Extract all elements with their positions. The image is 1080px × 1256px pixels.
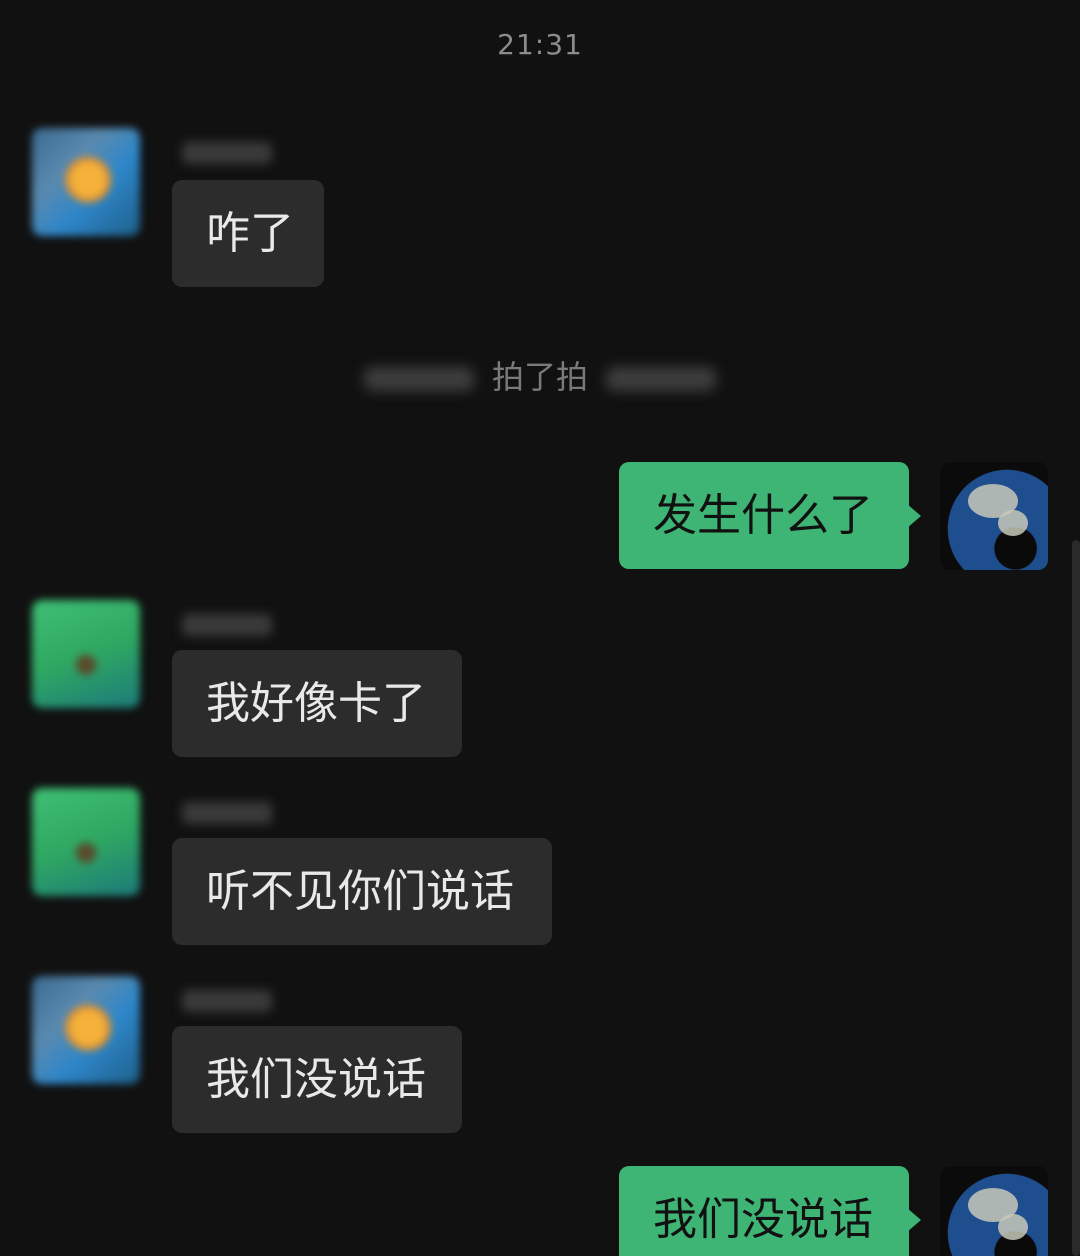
- message-bubble-incoming[interactable]: 我们没说话: [172, 1026, 462, 1133]
- message-text: 咋了: [206, 208, 294, 259]
- message-bubble-outgoing[interactable]: 我们没说话: [619, 1166, 921, 1256]
- message-bubble-incoming[interactable]: 咋了: [172, 180, 324, 287]
- contact-avatar[interactable]: [32, 788, 140, 896]
- my-avatar[interactable]: [940, 1166, 1048, 1256]
- message-text: 发生什么了: [653, 490, 873, 541]
- message-text: 听不见你们说话: [206, 866, 514, 917]
- my-avatar[interactable]: [940, 462, 1048, 570]
- message-bubble-incoming[interactable]: 我好像卡了: [172, 650, 462, 757]
- sender-name-blurred: [182, 990, 272, 1012]
- chat-scrollbar[interactable]: [1072, 540, 1080, 1256]
- message-text: 我们没说话: [206, 1054, 426, 1105]
- message-text: 我们没说话: [653, 1194, 873, 1245]
- sender-name-blurred: [182, 802, 272, 824]
- sender-name-blurred: [182, 142, 272, 164]
- contact-avatar[interactable]: [32, 128, 140, 236]
- sender-name-blurred: [182, 614, 272, 636]
- contact-avatar[interactable]: [32, 600, 140, 708]
- chat-window: 21:31 咋了 拍了拍 发生什么了 我好像卡了 听不见你们说话 我们没说话 我…: [0, 0, 1080, 1256]
- contact-avatar[interactable]: [32, 976, 140, 1084]
- message-text: 我好像卡了: [206, 678, 426, 729]
- message-bubble-outgoing[interactable]: 发生什么了: [619, 462, 921, 569]
- message-timestamp: 21:31: [497, 28, 583, 61]
- blurred-username: [606, 367, 716, 391]
- message-bubble-incoming[interactable]: 听不见你们说话: [172, 838, 552, 945]
- blurred-username: [363, 367, 474, 391]
- pat-action-text: 拍了拍: [491, 358, 588, 396]
- system-pat-message: 拍了拍: [0, 352, 1080, 402]
